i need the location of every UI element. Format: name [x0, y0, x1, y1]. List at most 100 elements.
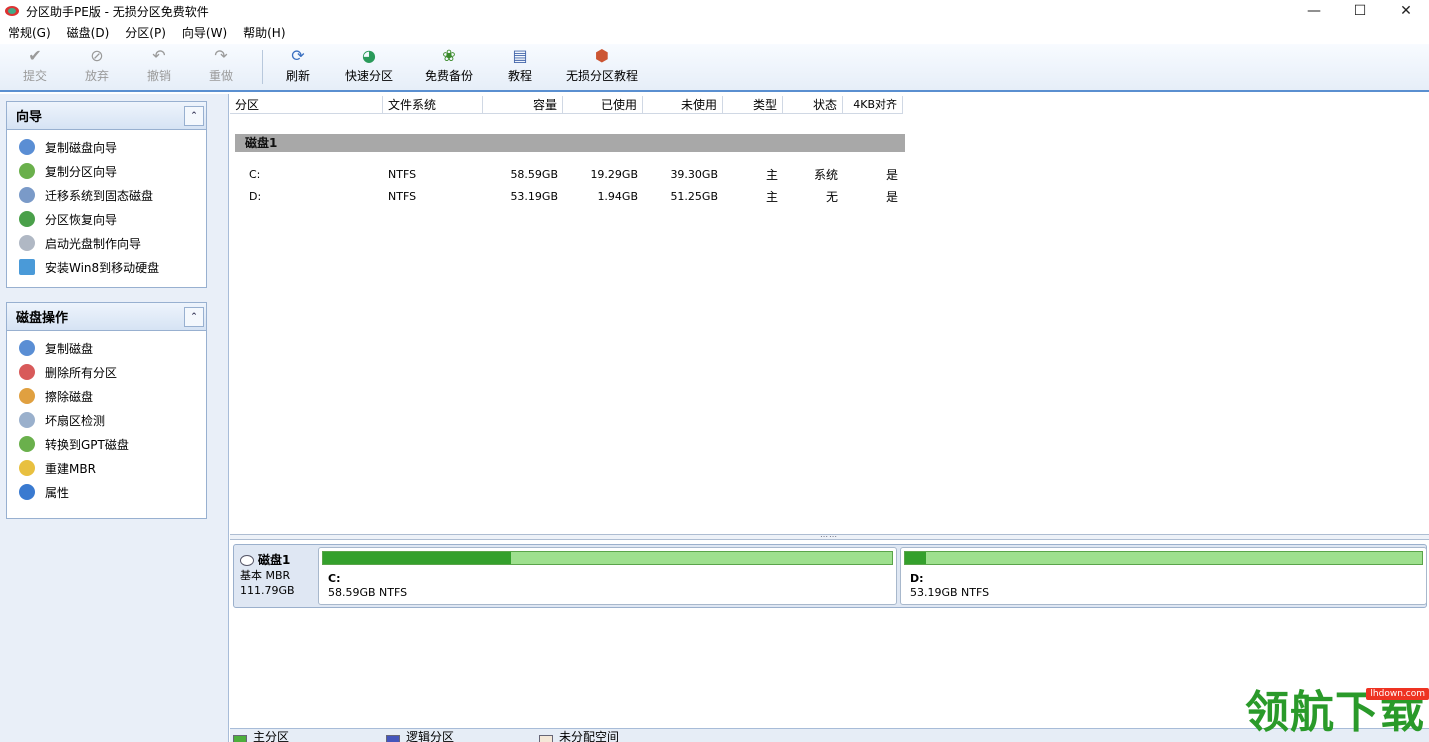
cell-free: 51.25GB [670, 190, 718, 203]
watermark: 领航下载 lhdown.com [1245, 684, 1429, 742]
cell-status: 系统 [813, 168, 838, 182]
watermark-url: lhdown.com [1366, 688, 1429, 700]
toolbar-separator [262, 50, 263, 84]
usage-fill [905, 552, 926, 564]
discard-label: 放弃 [84, 69, 109, 83]
delete-icon [19, 364, 35, 380]
book-icon: ▤ [512, 45, 528, 65]
discard-icon: ⊘ [90, 45, 104, 65]
menu-disk[interactable]: 磁盘(D) [59, 22, 118, 44]
wizard-copy-disk[interactable]: 复制磁盘向导 [7, 135, 206, 159]
copy-disk-icon [19, 139, 35, 155]
minimize-button[interactable]: — [1291, 0, 1337, 22]
redo-button[interactable]: ↷ 重做 [190, 44, 252, 90]
refresh-button[interactable]: ⟳ 刷新 [273, 44, 323, 90]
col-free[interactable]: 未使用 [643, 96, 723, 114]
backup-icon: ❀ [442, 45, 456, 65]
legend-swatch [539, 735, 553, 742]
op-delete-all-partitions[interactable]: 删除所有分区 [7, 360, 206, 384]
disk-ops-group-header[interactable]: 磁盘操作 ⌃ [7, 303, 206, 331]
wizard-group-header[interactable]: 向导 ⌃ [7, 102, 206, 130]
wizard-boot-cd[interactable]: 启动光盘制作向导 [7, 231, 206, 255]
partition-detail: 53.19GB NTFS [910, 586, 990, 599]
cell-aligned: 是 [885, 168, 898, 182]
disk-type: 基本 MBR [240, 569, 291, 582]
menu-general[interactable]: 常规(G) [0, 22, 59, 44]
menu-bar: 常规(G) 磁盘(D) 分区(P) 向导(W) 帮助(H) [0, 22, 1429, 44]
lossless-tutorial-button[interactable]: ⬢ 无损分区教程 [557, 44, 647, 90]
col-4k-aligned[interactable]: 4KB对齐 [843, 96, 903, 114]
rebuild-mbr-icon [19, 460, 35, 476]
maximize-button[interactable]: ☐ [1337, 0, 1383, 22]
disk-icon [240, 555, 254, 566]
wizard-partition-recovery[interactable]: 分区恢复向导 [7, 207, 206, 231]
migrate-os-icon [19, 187, 35, 203]
op-copy-disk[interactable]: 复制磁盘 [7, 336, 206, 360]
col-capacity[interactable]: 容量 [483, 96, 563, 114]
info-icon [19, 484, 35, 500]
quick-partition-button[interactable]: ◕ 快速分区 [329, 44, 409, 90]
col-partition[interactable]: 分区 [230, 96, 383, 114]
redo-label: 重做 [208, 69, 233, 83]
partition-block-d[interactable]: D: 53.19GB NTFS [900, 547, 1427, 605]
disk-info: 磁盘1 基本 MBR 111.79GB [240, 553, 314, 598]
col-filesystem[interactable]: 文件系统 [383, 96, 483, 114]
col-status[interactable]: 状态 [783, 96, 843, 114]
free-backup-button[interactable]: ❀ 免费备份 [409, 44, 489, 90]
copy-partition-icon [19, 163, 35, 179]
menu-help[interactable]: 帮助(H) [235, 22, 293, 44]
wizard-item-label: 安装Win8到移动硬盘 [45, 260, 160, 275]
table-row[interactable]: C: NTFS 58.59GB 19.29GB 39.30GB 主 系统 是 [230, 164, 903, 186]
wizard-copy-partition[interactable]: 复制分区向导 [7, 159, 206, 183]
tutorial-button[interactable]: ▤ 教程 [489, 44, 551, 90]
bad-sector-icon [19, 412, 35, 428]
cell-aligned: 是 [885, 190, 898, 204]
quick-partition-label: 快速分区 [344, 69, 393, 83]
left-panel: 向导 ⌃ 复制磁盘向导 复制分区向导 迁移系统到固态磁盘 分区恢复向导 启动光盘… [0, 94, 229, 742]
wizard-migrate-ssd[interactable]: 迁移系统到固态磁盘 [7, 183, 206, 207]
cell-type: 主 [765, 190, 778, 204]
partition-block-c[interactable]: C: 58.59GB NTFS [318, 547, 897, 605]
op-properties[interactable]: 属性 [7, 480, 206, 504]
undo-icon: ↶ [152, 45, 166, 65]
wizard-win8-usb[interactable]: 安装Win8到移动硬盘 [7, 255, 206, 279]
legend-swatch [386, 735, 400, 742]
legend-label: 主分区 [253, 730, 290, 742]
cell-capacity: 58.59GB [510, 168, 558, 181]
usage-bar [322, 551, 893, 565]
table-row[interactable]: D: NTFS 53.19GB 1.94GB 51.25GB 主 无 是 [230, 186, 903, 208]
op-item-label: 坏扇区检测 [45, 413, 106, 428]
collapse-icon[interactable]: ⌃ [184, 306, 204, 327]
refresh-label: 刷新 [285, 69, 310, 83]
disk-name: 磁盘1 [258, 553, 291, 567]
menu-wizard[interactable]: 向导(W) [174, 22, 235, 44]
op-rebuild-mbr[interactable]: 重建MBR [7, 456, 206, 480]
partition-list: 分区 文件系统 容量 已使用 未使用 类型 状态 4KB对齐 磁盘1 C: NT… [230, 94, 1429, 534]
op-convert-gpt[interactable]: 转换到GPT磁盘 [7, 432, 206, 456]
legend-primary: 主分区 [233, 729, 383, 742]
tutorial-label: 教程 [507, 69, 532, 83]
wizard-item-label: 复制分区向导 [45, 164, 118, 179]
col-used[interactable]: 已使用 [563, 96, 643, 114]
commit-button[interactable]: ✔ 提交 [4, 44, 66, 90]
op-item-label: 复制磁盘 [45, 341, 94, 356]
legend-label: 未分配空间 [559, 730, 620, 742]
disk-group-row[interactable]: 磁盘1 [235, 134, 905, 152]
op-wipe-disk[interactable]: 擦除磁盘 [7, 384, 206, 408]
op-bad-sector-check[interactable]: 坏扇区检测 [7, 408, 206, 432]
cell-capacity: 53.19GB [510, 190, 558, 203]
lossless-tutorial-icon: ⬢ [595, 45, 609, 65]
col-type[interactable]: 类型 [723, 96, 783, 114]
close-button[interactable]: ✕ [1383, 0, 1429, 22]
cell-type: 主 [765, 168, 778, 182]
disk-card[interactable]: 磁盘1 基本 MBR 111.79GB C: 58.59GB NTFS D: 5… [233, 544, 1427, 608]
disk-size: 111.79GB [240, 584, 295, 597]
wizard-item-label: 迁移系统到固态磁盘 [45, 188, 154, 203]
check-icon: ✔ [28, 45, 42, 65]
undo-button[interactable]: ↶ 撤销 [128, 44, 190, 90]
collapse-icon[interactable]: ⌃ [184, 105, 204, 126]
discard-button[interactable]: ⊘ 放弃 [66, 44, 128, 90]
menu-partition[interactable]: 分区(P) [117, 22, 174, 44]
title-bar: 分区助手PE版 - 无损分区免费软件 — ☐ ✕ [0, 0, 1429, 22]
lossless-tutorial-label: 无损分区教程 [565, 69, 638, 83]
